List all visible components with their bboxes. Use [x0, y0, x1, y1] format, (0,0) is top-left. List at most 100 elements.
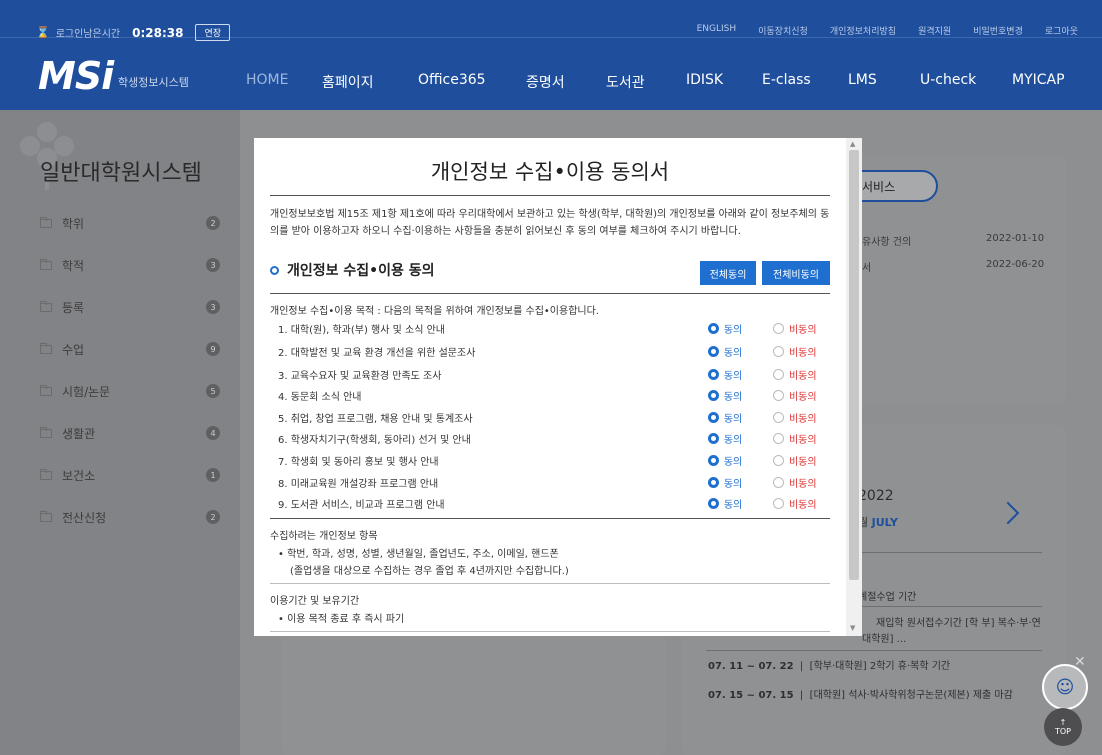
scroll-up-icon[interactable]: ▲ — [850, 140, 855, 148]
nav-office365[interactable]: Office365 — [418, 72, 526, 92]
session-timer: ⌛ 로그인남은시간 0:28:38 연장 — [36, 24, 231, 41]
calendar-month-name: JULY — [871, 516, 898, 529]
nav-certificate[interactable]: 증명서 — [526, 72, 606, 92]
disagree-radio[interactable]: 비동의 — [772, 321, 838, 336]
count-badge: 3 — [206, 258, 220, 272]
disagree-radio[interactable]: 비동의 — [772, 475, 838, 490]
sidebar-item-label: 시험/논문 — [62, 384, 111, 399]
agree-radio[interactable]: 동의 — [707, 344, 773, 359]
consent-item-text: 7. 학생회 및 동아리 홍보 및 행사 안내 — [278, 456, 439, 468]
radio-dot — [772, 497, 784, 509]
folder-icon — [40, 426, 52, 438]
link-english[interactable]: ENGLISH — [697, 24, 737, 37]
timer-label: 로그인남은시간 — [55, 29, 121, 40]
nav-eclass[interactable]: E-class — [762, 72, 848, 92]
agree-radio[interactable]: 동의 — [707, 431, 773, 446]
disagree-radio[interactable]: 비동의 — [772, 453, 838, 468]
mascot-chatbot-icon[interactable]: ☺ — [1042, 664, 1088, 710]
agree-radio[interactable]: 동의 — [707, 475, 773, 490]
modal-scrollbar[interactable]: ▲ ▼ — [846, 138, 862, 636]
scroll-top-button[interactable]: ↑ TOP — [1044, 708, 1082, 746]
sidebar-item-label: 학위 — [62, 216, 85, 231]
modal-title: 개인정보 수집•이용 동의서 — [430, 160, 670, 184]
nav-homepage[interactable]: 홈페이지 — [322, 72, 418, 92]
consent-item: 4. 동문회 소식 안내 동의 비동의 — [278, 384, 838, 406]
disagree-radio[interactable]: 비동의 — [772, 410, 838, 425]
header: ⌛ 로그인남은시간 0:28:38 연장 ENGLISH 이동장치신청 개인정보… — [0, 0, 1102, 110]
consent-item: 3. 교육수요자 및 교육환경 만족도 조사 동의 비동의 — [278, 363, 838, 385]
section-title-text: 개인정보 수집•이용 동의 — [287, 263, 435, 279]
sidebar-item-health-center[interactable]: 보건소 1 — [40, 454, 220, 496]
divider — [270, 195, 830, 196]
agree-label: 동의 — [723, 456, 743, 468]
sidebar-list: 학위 2 학적 3 등록 3 수업 9 시험/논문 5 생활관 4 보건소 1 전산신청 2 — [40, 202, 220, 538]
sidebar-item-label: 전산신청 — [62, 510, 107, 525]
sidebar-item-dormitory[interactable]: 생활관 4 — [40, 412, 220, 454]
link-remote-support[interactable]: 원격지원 — [918, 24, 951, 37]
period-item-text: 이용 목적 종료 후 즉시 파기 — [287, 614, 405, 625]
folder-icon — [40, 258, 52, 270]
sidebar-item-degree[interactable]: 학위 2 — [40, 202, 220, 244]
nav-idisk[interactable]: IDISK — [686, 72, 762, 92]
disagree-radio[interactable]: 비동의 — [772, 496, 838, 511]
disagree-all-button[interactable]: 전체비동의 — [762, 261, 830, 285]
link-change-password[interactable]: 비밀번호변경 — [973, 24, 1023, 37]
sidebar-item-class[interactable]: 수업 9 — [40, 328, 220, 370]
link-privacy-policy[interactable]: 개인정보처리방침 — [830, 24, 896, 37]
agree-label: 동의 — [723, 478, 743, 490]
consent-item-text: 1. 대학(원), 학과(부) 행사 및 소식 안내 — [278, 324, 445, 336]
sidebar-item-register[interactable]: 학적 3 — [40, 244, 220, 286]
extend-button[interactable]: 연장 — [195, 24, 231, 41]
sidebar-item-it-request[interactable]: 전산신청 2 — [40, 496, 220, 538]
collect-title: 수집하려는 개인정보 항목 — [270, 531, 378, 542]
top-links: ENGLISH 이동장치신청 개인정보처리방침 원격지원 비밀번호변경 로그아웃 — [697, 24, 1078, 37]
nav-myicap[interactable]: MYICAP — [1012, 72, 1065, 92]
nav-ucheck[interactable]: U-check — [920, 72, 1012, 92]
sidebar-title: 일반대학원시스템 — [40, 161, 202, 186]
notice-row-text[interactable]: 서 — [862, 259, 871, 274]
notice-row-date: 2022-06-20 — [986, 259, 1045, 270]
disagree-radio[interactable]: 비동의 — [772, 344, 838, 359]
count-badge: 5 — [206, 384, 220, 398]
notice-row-text[interactable]: 유사항 건의 — [862, 233, 911, 248]
folder-icon — [40, 468, 52, 480]
disagree-radio[interactable]: 비동의 — [772, 388, 838, 403]
sidebar-item-enrollment[interactable]: 등록 3 — [40, 286, 220, 328]
scrollbar-thumb[interactable] — [849, 150, 859, 580]
disagree-radio[interactable]: 비동의 — [772, 431, 838, 446]
radio-dot — [772, 432, 784, 444]
disagree-label: 비동의 — [788, 391, 817, 403]
disagree-radio[interactable]: 비동의 — [772, 367, 838, 382]
disagree-label: 비동의 — [788, 347, 817, 359]
folder-icon — [40, 216, 52, 228]
schedule-item: 07. 15 ~ 07. 15 | [대학원] 석사·박사학위청구논문(제본) … — [708, 690, 1013, 701]
agree-radio[interactable]: 동의 — [707, 410, 773, 425]
sidebar-item-exam-thesis[interactable]: 시험/논문 5 — [40, 370, 220, 412]
disagree-label: 비동의 — [788, 413, 817, 425]
nav-lms[interactable]: LMS — [848, 72, 920, 92]
nav-library[interactable]: 도서관 — [606, 72, 686, 92]
agree-radio[interactable]: 동의 — [707, 367, 773, 382]
nav-home[interactable]: HOME — [246, 72, 322, 92]
agree-radio[interactable]: 동의 — [707, 321, 773, 336]
modal-content: 개인정보 수집•이용 동의서 개인정보보호법 제15조 제1항 제1호에 따라 … — [254, 138, 846, 636]
consent-item: 9. 도서관 서비스, 비교과 프로그램 안내 동의 비동의 — [278, 492, 838, 514]
logo[interactable]: MSi — [38, 54, 114, 98]
agree-radio[interactable]: 동의 — [707, 453, 773, 468]
folder-icon — [40, 342, 52, 354]
count-badge: 9 — [206, 342, 220, 356]
agree-radio[interactable]: 동의 — [707, 496, 773, 511]
radio-dot — [707, 411, 719, 423]
consent-item: 5. 취업, 창업 프로그램, 채용 안내 및 통계조사 동의 비동의 — [278, 406, 838, 428]
agree-radio[interactable]: 동의 — [707, 388, 773, 403]
count-badge: 2 — [206, 510, 220, 524]
agree-all-button[interactable]: 전체동의 — [700, 261, 756, 285]
agree-label: 동의 — [723, 413, 743, 425]
link-logout[interactable]: 로그아웃 — [1045, 24, 1078, 37]
scroll-down-icon[interactable]: ▼ — [850, 624, 855, 632]
radio-dot — [772, 322, 784, 334]
disagree-label: 비동의 — [788, 478, 817, 490]
link-device-request[interactable]: 이동장치신청 — [758, 24, 808, 37]
radio-dot — [707, 389, 719, 401]
sidebar: 일반대학원시스템 학위 2 학적 3 등록 3 수업 9 시험/논문 5 생활관 4 보건소… — [0, 110, 240, 755]
